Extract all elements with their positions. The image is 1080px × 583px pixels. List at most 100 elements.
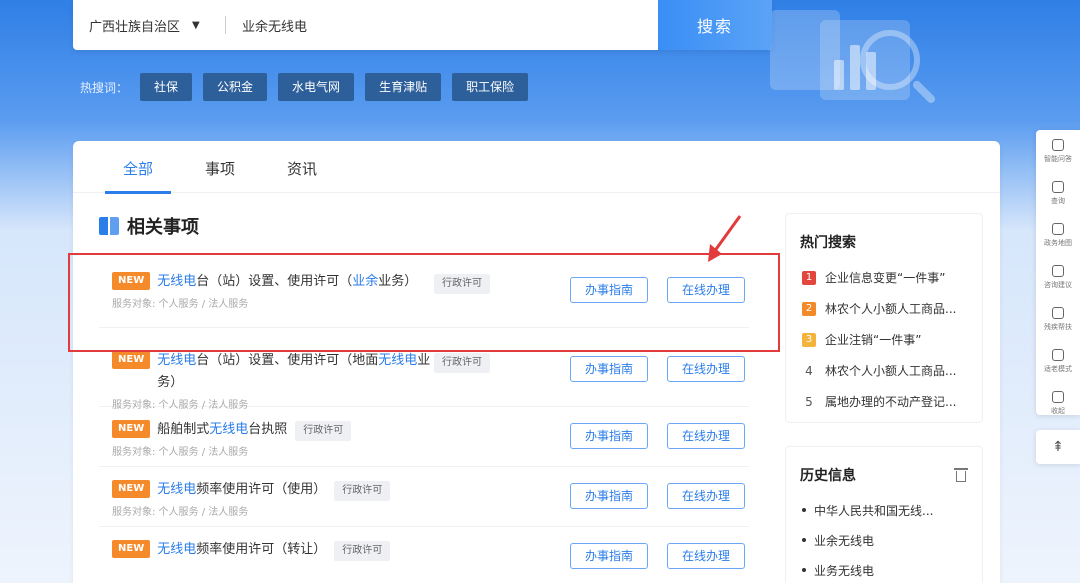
side-toolbar-item[interactable]: 查询 [1036,172,1080,214]
history-title: 历史信息 [800,468,856,484]
bullet-icon [802,568,806,572]
hot-search-text: 属地办理的不动产登记... [825,395,957,409]
item-title-link[interactable]: 无线电台（站）设置、使用许可（地面无线电业务） [157,350,432,394]
type-tag: 行政许可 [334,481,391,501]
item-title-link[interactable]: 无线电台（站）设置、使用许可（业余业务） [157,271,417,293]
side-toolbar-label: 适老模式 [1044,364,1072,373]
side-toolbar-item[interactable]: 政务地图 [1036,214,1080,256]
guide-button[interactable]: 办事指南 [570,543,648,569]
online-apply-button[interactable]: 在线办理 [667,277,745,303]
bullet-icon [802,508,806,512]
keyword-highlight: 无线电 [157,353,197,368]
service-target: 服务对象: 个人服务 / 法人服务 [112,299,249,310]
history-text: 业务无线电 [814,563,875,578]
hot-words-label: 热搜词： [80,80,129,95]
guide-button[interactable]: 办事指南 [570,423,648,449]
title-text: 频率使用许可（转让） [196,542,327,557]
item-title-link[interactable]: 无线电频率使用许可（转让） 行政许可 [157,539,391,561]
title-text: 船舶制式 [157,422,210,437]
history-text: 中华人民共和国无线... [814,503,934,518]
side-toolbar-item[interactable]: 智能问答 [1036,130,1080,172]
history-item[interactable]: 中华人民共和国无线... [786,495,982,525]
hot-word-tag[interactable]: 水电气网 [278,73,355,101]
search-icon [1052,180,1064,193]
side-toolbar-label: 政务地图 [1044,238,1072,247]
region-label: 广西壮族自治区 [89,19,181,35]
history-item[interactable]: 业务无线电 [786,555,982,583]
online-apply-button[interactable]: 在线办理 [667,423,745,449]
search-input[interactable] [226,0,658,50]
hot-word-tag[interactable]: 职工保险 [452,73,529,101]
bullet-icon [802,538,806,542]
table-row: NEW 无线电频率使用许可（使用） 行政许可 服务对象: 个人服务 / 法人服务 办事指… [99,467,749,527]
rank-badge: 1 [802,270,816,285]
keyword-highlight: 无线电 [378,353,418,368]
title-text: 台（站）设置、使用许可（地面 [196,353,379,368]
service-target: 服务对象: 个人服务 / 法人服务 [112,447,249,458]
hot-search-item[interactable]: 5 属地办理的不动产登记... [786,386,982,417]
guide-button[interactable]: 办事指南 [570,483,648,509]
new-badge: NEW [112,272,151,290]
trash-icon[interactable] [954,467,968,483]
hot-search-item[interactable]: 1 企业信息变更“一件事” [786,262,982,293]
result-list: NEW 无线电台（站）设置、使用许可（业余业务） 服务对象: 个人服务 / 法人服务… [99,249,749,583]
search-bar: 广西壮族自治区 ▼ 搜索 [73,0,772,50]
side-toolbar-item[interactable]: 收起 [1036,382,1080,424]
type-tag: 行政许可 [434,353,490,373]
hot-search-item[interactable]: 2 林农个人小额人工商品... [786,293,982,324]
rank-badge: 5 [805,394,813,409]
side-toolbar-item[interactable]: 残疾帮扶 [1036,298,1080,340]
hot-word-tag[interactable]: 生育津贴 [365,73,442,101]
side-toolbar: 智能问答 查询 政务地图 咨询建议 残疾帮扶 适老模式 收起 [1036,130,1080,415]
online-apply-button[interactable]: 在线办理 [667,483,745,509]
hot-word-tag[interactable]: 社保 [140,73,193,101]
rank-badge: 4 [805,363,813,378]
item-title-link[interactable]: 船舶制式无线电台执照 行政许可 [157,419,352,441]
history-panel: 历史信息 中华人民共和国无线... 业余无线电业务无线电 [785,446,983,583]
hot-search-panel: 热门搜索 1 企业信息变更“一件事” 2 林农个人小额人工商品... 3 企业注销“一件事… [785,213,983,423]
guide-button[interactable]: 办事指南 [570,356,648,382]
section-title: 相关事项 [99,213,199,239]
side-toolbar-item[interactable]: 咨询建议 [1036,256,1080,298]
back-to-top-icon[interactable]: ⇞ [1036,430,1080,464]
hot-search-text: 林农个人小额人工商品... [825,364,957,378]
hot-search-item[interactable]: 3 企业注销“一件事” [786,324,982,355]
table-row: NEW 船舶制式无线电台执照 行政许可 服务对象: 个人服务 / 法人服务 办事指南 在线… [99,407,749,467]
side-toolbar-item[interactable]: 适老模式 [1036,340,1080,382]
item-title-link[interactable]: 无线电频率使用许可（使用） 行政许可 [157,479,391,501]
results-card: 全部 事项 资讯 相关事项 NEW 无线电台（站）设置、使用许可（业余业务） 服务对… [73,141,1000,583]
tab-all[interactable]: 全部 [105,141,172,194]
online-apply-button[interactable]: 在线办理 [667,543,745,569]
person-icon [1052,306,1064,319]
history-item[interactable]: 业余无线电 [786,525,982,555]
result-tabs: 全部 事项 资讯 [73,141,1000,194]
hot-search-text: 企业信息变更“一件事” [825,271,946,285]
map-icon [1052,222,1064,235]
new-badge: NEW [112,540,151,558]
new-badge: NEW [112,351,151,369]
search-button[interactable]: 搜索 [658,0,772,50]
side-toolbar-label: 残疾帮扶 [1044,322,1072,331]
chevron-down-icon: ▼ [192,19,200,31]
keyword-highlight: 无线电 [157,482,197,497]
table-row: NEW 无线电台（站）设置、使用许可（地面无线电业务） 服务对象: 个人服务 / 法… [99,328,749,411]
region-select[interactable]: 广西壮族自治区 ▼ [73,0,225,50]
hot-words: 热搜词： 社保 公积金 水电气网 生育津贴 职工保险 [80,73,539,101]
hot-search-item[interactable]: 4 林农个人小额人工商品... [786,355,982,386]
table-row: NEW 无线电台（站）设置、使用许可（业余业务） 服务对象: 个人服务 / 法人服务… [99,249,749,328]
rank-badge: 2 [802,301,816,316]
online-apply-button[interactable]: 在线办理 [667,356,745,382]
section-title-text: 相关事项 [127,217,199,238]
keyword-highlight: 无线电 [157,542,197,557]
table-row: NEW 无线电频率使用许可（转让） 行政许可 办事指南 在线办理 [99,527,749,583]
tab-news[interactable]: 资讯 [269,141,335,193]
guide-button[interactable]: 办事指南 [570,277,648,303]
keyword-highlight: 无线电 [209,422,249,437]
rank-badge: 3 [802,332,816,347]
side-toolbar-label: 智能问答 [1044,154,1072,163]
hot-search-list: 1 企业信息变更“一件事” 2 林农个人小额人工商品... 3 企业注销“一件事” 4 林农个… [786,262,982,417]
hot-word-tag[interactable]: 公积金 [203,73,268,101]
tab-items[interactable]: 事项 [187,141,253,193]
grid-icon [1052,348,1064,361]
side-toolbar-label: 咨询建议 [1044,280,1072,289]
